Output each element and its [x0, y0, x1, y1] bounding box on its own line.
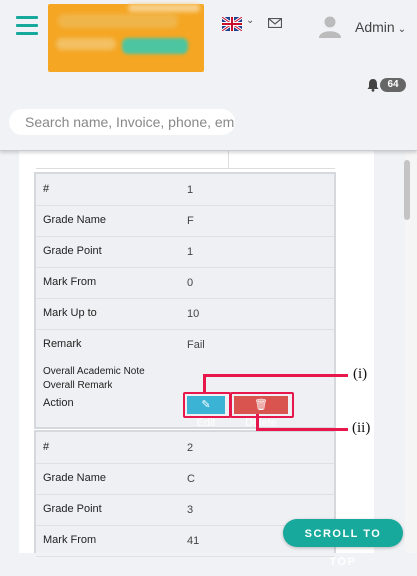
table-row: Grade Name C [36, 463, 334, 495]
annotation-line-edit [203, 374, 206, 394]
menu-icon[interactable] [16, 16, 38, 36]
row-label: Mark Up to [43, 307, 97, 319]
bell-icon[interactable] [366, 78, 380, 92]
annotation-label-edit: (i) [353, 366, 368, 382]
table-row: Mark Up to 10 [36, 298, 334, 330]
table-row: Remark Fail [36, 329, 334, 360]
grade-card: # 1 Grade Name F Grade Point 1 Mark From… [34, 172, 336, 429]
row-value: 0 [187, 277, 194, 289]
row-value: 1 [187, 246, 194, 258]
annotation-line-delete [256, 428, 348, 431]
admin-label: Admin [355, 19, 395, 35]
row-label: Grade Name [43, 472, 106, 484]
search-input[interactable] [9, 109, 235, 135]
edit-label: Edit [196, 417, 216, 429]
row-label: Grade Point [43, 503, 102, 515]
chevron-down-icon[interactable]: ⌄ [246, 15, 254, 26]
edit-button[interactable]: ✎ Edit [187, 396, 225, 429]
table-row: Grade Point 1 [36, 236, 334, 268]
top-header: ⌄ Admin ⌄ 64 [0, 0, 417, 151]
row-label: Mark From [43, 534, 97, 546]
overall-academic-note-label: Overall Academic Note [43, 366, 145, 377]
mail-icon[interactable] [268, 18, 282, 28]
row-value: F [187, 215, 194, 227]
notification-badge[interactable]: 64 [380, 78, 406, 92]
avatar-icon[interactable] [318, 14, 342, 38]
row-label: Grade Point [43, 245, 102, 257]
table-row: # 2 [36, 432, 334, 464]
row-label: Grade Name [43, 214, 106, 226]
row-label: # [43, 441, 50, 453]
annotation-label-delete: (ii) [352, 420, 371, 436]
row-value: 2 [187, 442, 194, 454]
row-value: C [187, 473, 195, 485]
table-row: Grade Name F [36, 205, 334, 237]
previous-row-cell [36, 150, 229, 169]
delete-button[interactable]: 🗑︎Delete [234, 396, 288, 429]
uk-flag-icon[interactable] [222, 17, 242, 31]
trash-icon: 🗑︎ [254, 399, 268, 411]
scroll-to-top-button[interactable]: SCROLL TO TOP [283, 519, 403, 568]
chevron-down-icon: ⌄ [397, 24, 407, 35]
row-label: Remark [43, 338, 82, 350]
row-value: 1 [187, 184, 194, 196]
row-label: # [43, 183, 50, 195]
table-row: # 1 [36, 174, 334, 206]
scrollbar-thumb[interactable] [404, 160, 410, 220]
pencil-icon: ✎ [201, 399, 211, 411]
row-value: 3 [187, 504, 194, 516]
blurred-logo [48, 4, 204, 72]
table-row: Mark From 0 [36, 267, 334, 299]
previous-row-cell [229, 150, 335, 169]
row-label: Mark From [43, 276, 97, 288]
annotation-line-edit [203, 374, 348, 377]
row-value: 41 [187, 535, 200, 547]
overall-remark-label: Overall Remark [43, 380, 113, 388]
row-value: 10 [187, 308, 200, 320]
admin-menu[interactable]: Admin ⌄ [355, 19, 406, 35]
row-value: Fail [187, 339, 205, 351]
action-label: Action [43, 397, 74, 409]
